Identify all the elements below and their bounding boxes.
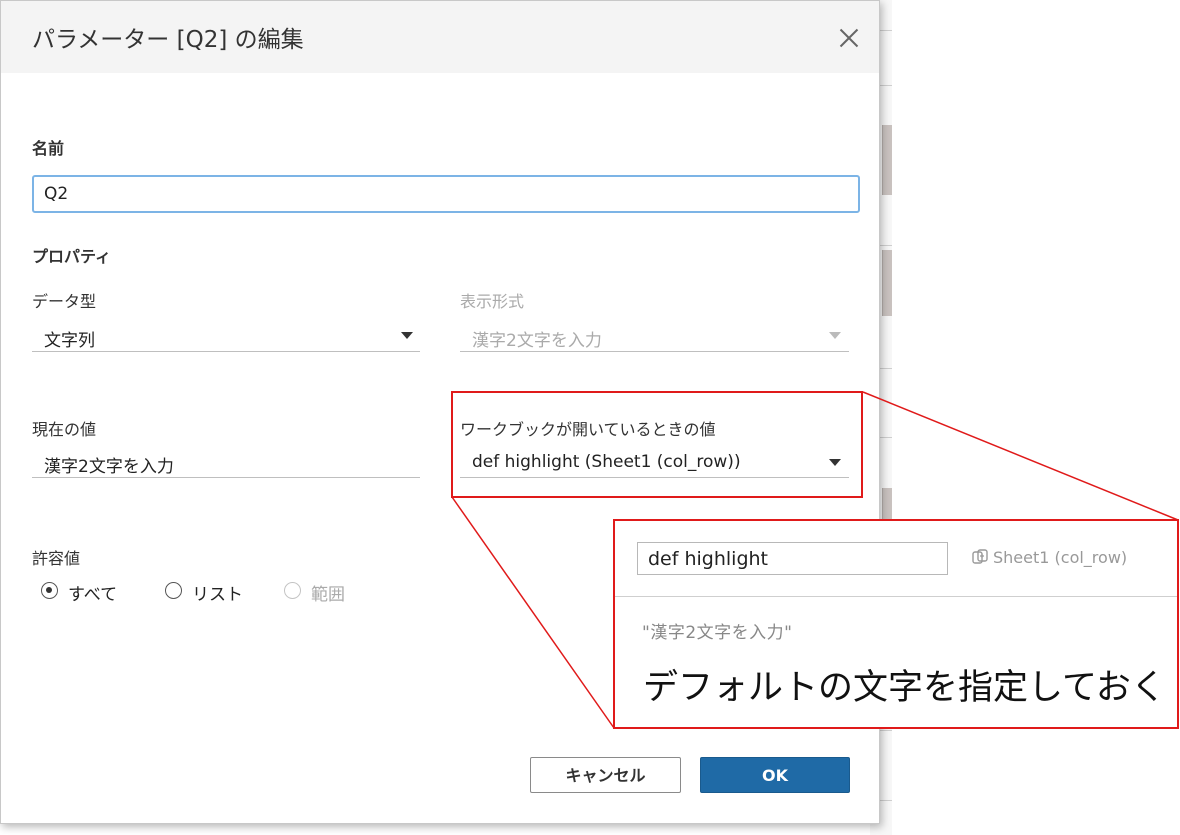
name-input[interactable]	[32, 175, 860, 213]
callout-field-value: def highlight	[637, 542, 948, 575]
callout-note: デフォルトの文字を指定しておく	[643, 668, 1166, 708]
data-type-value: 文字列	[44, 331, 95, 351]
properties-heading: プロパティ	[32, 247, 112, 266]
dialog-title: パラメーター [Q2] の編集	[32, 27, 304, 53]
data-type-select[interactable]: 文字列	[32, 321, 420, 352]
display-format-select[interactable]: 漢字2文字を入力	[460, 321, 849, 352]
radio-checked-icon	[41, 582, 58, 599]
callout-default-text: "漢字2文字を入力"	[642, 623, 793, 643]
allowable-values-label: 許容値	[32, 549, 81, 568]
display-format-value: 漢字2文字を入力	[472, 331, 602, 351]
radio-list-label: リスト	[192, 585, 243, 605]
callout-divider	[615, 596, 1177, 597]
ok-button[interactable]: OK	[700, 757, 850, 793]
dialog-titlebar: パラメーター [Q2] の編集	[1, 1, 879, 73]
chevron-down-icon	[401, 332, 413, 339]
radio-disabled-icon	[284, 582, 301, 599]
current-value-label: 現在の値	[32, 420, 97, 439]
callout-sheet-ref: Sheet1 (col_row)	[971, 548, 1127, 567]
callout-sheet-ref-text: Sheet1 (col_row)	[993, 548, 1128, 567]
radio-range-label: 範囲	[311, 585, 345, 605]
annotation-callout: def highlight Sheet1 (col_row) "漢字2文字を入力…	[613, 519, 1179, 729]
chevron-down-icon	[829, 332, 841, 339]
sheet-link-icon	[972, 549, 988, 564]
radio-unchecked-icon	[165, 582, 182, 599]
data-type-label: データ型	[32, 292, 97, 311]
current-value-field[interactable]: 漢字2文字を入力	[32, 447, 420, 478]
current-value: 漢字2文字を入力	[44, 457, 174, 477]
display-format-label: 表示形式	[460, 292, 525, 311]
annotation-highlight-box	[451, 391, 863, 498]
cancel-button[interactable]: キャンセル	[530, 757, 681, 793]
name-label: 名前	[32, 139, 65, 158]
radio-all-label: すべて	[68, 585, 118, 605]
close-icon[interactable]	[835, 25, 863, 53]
